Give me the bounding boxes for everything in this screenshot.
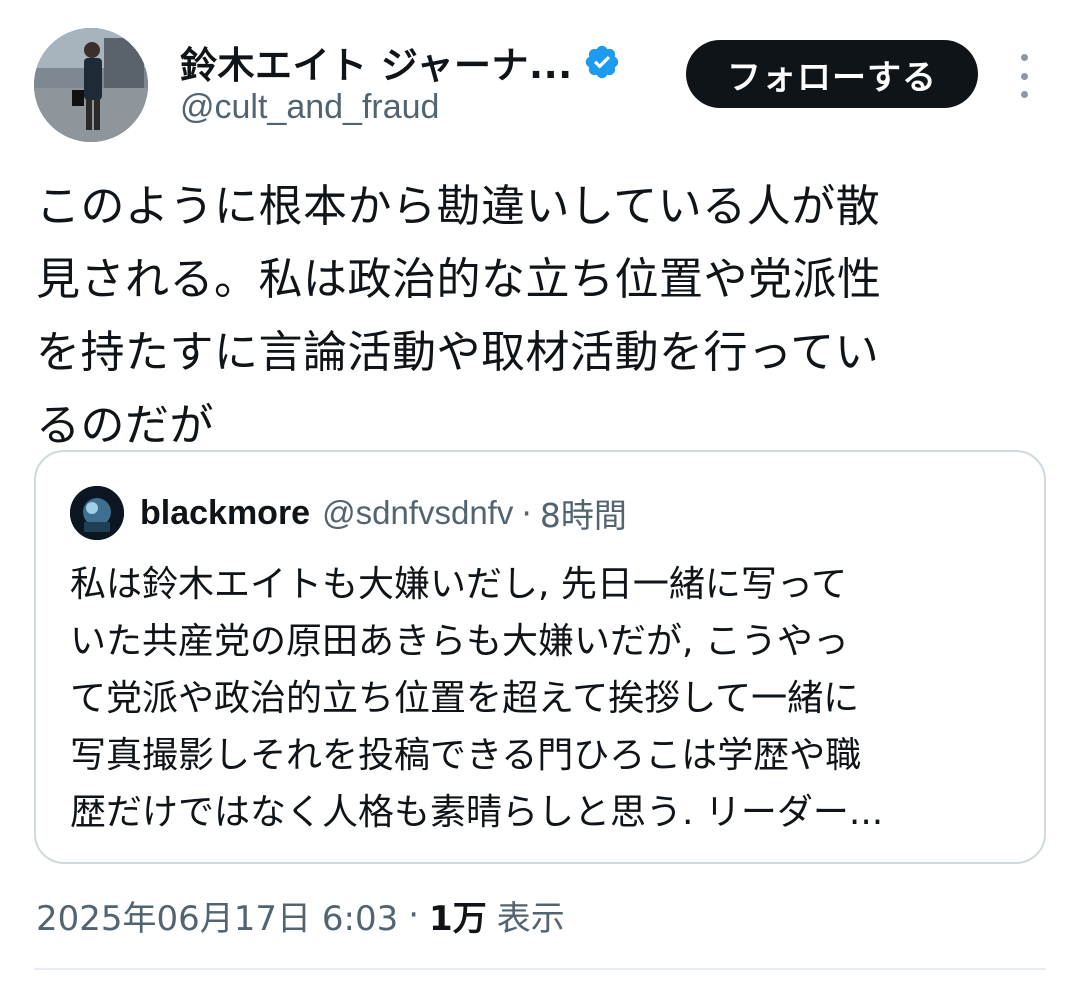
quoted-text-line: いた共産党の原田あきらも大嫌いだが, こうやっ — [70, 621, 849, 662]
views-count: 1万 — [429, 898, 487, 939]
quoted-tweet-time: 8時間 — [539, 496, 627, 535]
verified-badge-icon — [585, 45, 618, 79]
tweet-text-line: このように根本から勘違いしている人が散 — [36, 181, 881, 232]
tweet-timestamp[interactable]: 2025年06月17日 6:03 — [36, 891, 398, 940]
quoted-author-name: blackmore — [140, 493, 311, 532]
quoted-tweet-header: blackmore @sdnfvsdnfv · 8時間 — [70, 486, 627, 540]
author-handle[interactable]: @cult_and_fraud — [180, 88, 439, 127]
quoted-text-line: て党派や政治的立ち位置を超えて挨拶して一緒に — [70, 678, 860, 719]
quoted-tweet-body: 私は鈴木エイトも大嫌いだし, 先日一緒に写って いた共産党の原田あきらも大嫌いだ… — [70, 556, 1020, 841]
divider — [34, 968, 1046, 970]
quoted-tweet-card[interactable]: blackmore @sdnfvsdnfv · 8時間 私は鈴木エイトも大嫌いだ… — [34, 450, 1046, 864]
quoted-author-handle: @sdnfvsdnfv — [322, 494, 514, 531]
quoted-text-line: 私は鈴木エイトも大嫌いだし, 先日一緒に写って — [70, 564, 848, 605]
quoted-text-line: 歴だけではなく人格も素晴らしと思う. リーダー... — [70, 792, 884, 833]
profile-photo-icon — [70, 486, 124, 540]
tweet-text-line: 見される。私は政治的な立ち位置や党派性 — [36, 254, 882, 305]
more-dot — [1020, 91, 1028, 98]
more-dot — [1020, 54, 1028, 61]
follow-button[interactable]: フォローする — [686, 40, 978, 108]
author-display-name[interactable]: 鈴木エイト ジャーナ... — [180, 35, 573, 89]
more-dot — [1020, 72, 1028, 80]
tweet-header: 鈴木エイト ジャーナ... @cult_and_fraud フォローする — [0, 0, 1080, 150]
author-avatar[interactable] — [34, 28, 148, 142]
profile-photo-icon — [34, 28, 148, 142]
quoted-author-avatar — [70, 486, 124, 540]
author-name-row: 鈴木エイト ジャーナ... — [180, 36, 621, 88]
views-label: 表示 — [496, 898, 565, 939]
tweet-body: このように根本から勘違いしている人が散 見される。私は政治的な立ち位置や党派性 … — [36, 170, 1046, 462]
quoted-text-line: 写真撮影しそれを投稿できる門ひろこは学歴や職 — [70, 735, 862, 776]
separator-dot: · — [408, 895, 420, 935]
separator-dot: · — [521, 493, 532, 533]
tweet-meta: 2025年06月17日 6:03 · 1万 表示 — [36, 890, 565, 940]
tweet-text-line: を持たすに言論活動や取材活動を行ってい — [36, 327, 880, 378]
more-vertical-icon[interactable] — [1014, 54, 1034, 98]
